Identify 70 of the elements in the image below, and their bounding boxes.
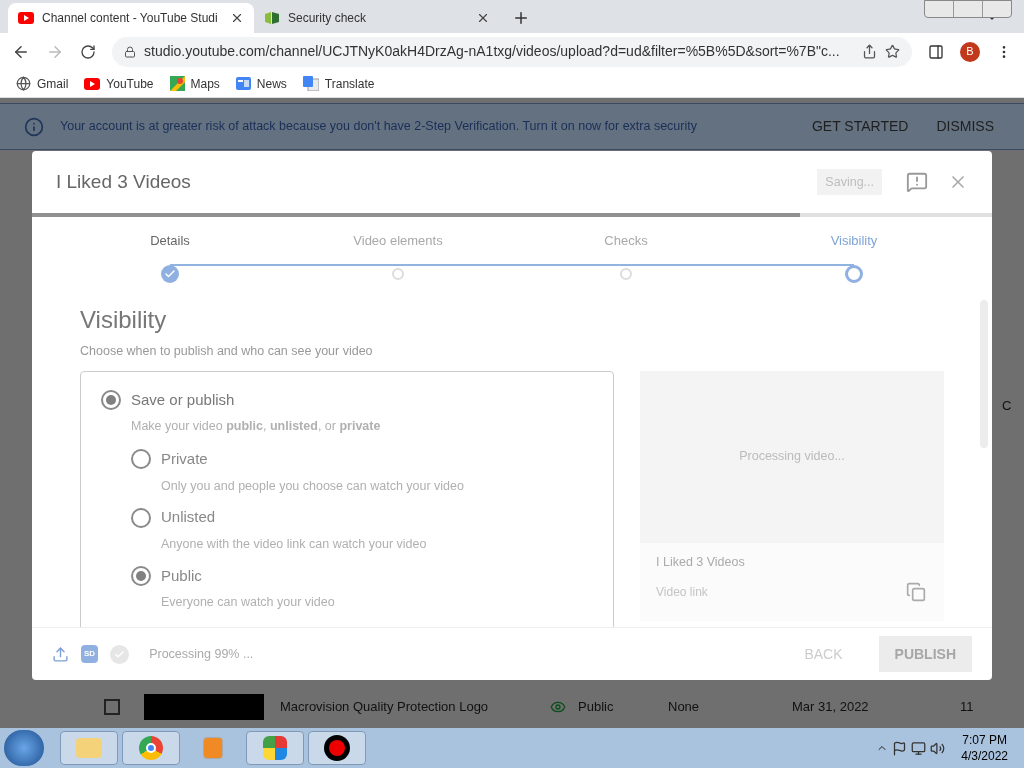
share-icon[interactable]: [862, 44, 877, 59]
bookmark-link[interactable]: Translate: [302, 74, 375, 93]
close-icon[interactable]: [230, 11, 244, 25]
copy-icon[interactable]: [906, 581, 926, 602]
option-description: Make your video public, unlisted, or private: [131, 418, 382, 436]
colorful-app-icon[interactable]: [246, 731, 304, 765]
banner-message: Your account is at greater risk of attack because you don't have 2-Step Verification. Turn it on now for extra security: [60, 118, 698, 136]
radio-button[interactable]: [101, 390, 121, 410]
network-icon[interactable]: [911, 740, 927, 756]
stepper-step[interactable]: Details: [92, 231, 248, 283]
bookmark-star-icon[interactable]: [885, 44, 900, 59]
upload-icon: [52, 645, 69, 663]
browser-icon[interactable]: [122, 731, 180, 765]
new-tab-icon[interactable]: [512, 9, 530, 27]
option-label: Unlisted: [161, 507, 216, 528]
option-description: Anyone with the video link can watch your video: [161, 535, 428, 553]
restrictions-cell-text: None: [668, 698, 701, 717]
partial-text: C: [1002, 397, 1012, 415]
close-icon[interactable]: [476, 11, 490, 25]
processing-text: Processing video...: [739, 448, 845, 466]
clock[interactable]: 7:07 PM 4/3/2022: [949, 732, 1020, 764]
option-description: Everyone can watch your video: [161, 594, 336, 611]
tab-title: Channel content - YouTube Studi: [42, 10, 219, 27]
dialog-title: I Liked 3 Videos: [56, 169, 192, 194]
reload-icon[interactable]: [80, 43, 96, 60]
bookmark-link[interactable]: Maps: [169, 74, 220, 93]
play-logo-icon: [84, 77, 101, 90]
visibility-cell-text: Public: [578, 698, 615, 717]
option-label: Save or publish: [131, 389, 235, 410]
tab-title: Security check: [288, 10, 368, 27]
info-icon: [24, 116, 44, 137]
date-cell-text: Mar 31, 2022: [792, 698, 870, 717]
side-panel-icon[interactable]: [928, 43, 944, 60]
option-description: Only you and people you choose can watch your video: [161, 477, 465, 495]
quality-badge: SD: [81, 645, 99, 663]
lock-icon[interactable]: [124, 45, 136, 58]
record-icon[interactable]: [308, 731, 366, 765]
radio-button[interactable]: [131, 449, 151, 470]
video-title: Macrovision Quality Protection Logo: [280, 698, 490, 717]
newspaper-icon: [235, 77, 251, 90]
eye-icon: [550, 699, 566, 715]
speaker-icon[interactable]: [930, 740, 946, 756]
radio-button[interactable]: [131, 565, 151, 586]
play-logo-icon: [18, 12, 34, 24]
start-button[interactable]: [4, 730, 44, 766]
browser-tab[interactable]: Channel content - YouTube Studi: [8, 3, 254, 33]
address-field[interactable]: studio.youtube.com/channel/UCJTNyK0akH4DrzAg-nA1txg/videos/upload?d=ud&filter=%5B%5D&sort=%7B"c...: [112, 36, 912, 67]
section-heading: Visibility: [80, 305, 168, 335]
row-checkbox[interactable]: [104, 699, 120, 715]
option-label: Public: [161, 565, 202, 586]
radio-button[interactable]: [131, 507, 151, 528]
profile-avatar[interactable]: B: [960, 41, 980, 62]
folder-icon[interactable]: [60, 731, 118, 765]
option-label: Private: [161, 449, 208, 469]
flag-icon[interactable]: [892, 740, 908, 756]
feedback-icon[interactable]: [906, 171, 928, 193]
map-pin-icon: [169, 76, 185, 91]
globe-icon: [16, 76, 31, 91]
shield-icon: [264, 11, 280, 25]
processing-status: Processing 99% ...: [149, 645, 255, 663]
window-controls[interactable]: [924, 0, 1012, 18]
preview-title: I Liked 3 Videos: [656, 553, 746, 571]
checks-icon: [110, 644, 130, 664]
views-cell-text: 11: [960, 698, 974, 717]
bookmark-link[interactable]: Gmail: [16, 74, 69, 93]
bookmark-link[interactable]: News: [235, 74, 287, 93]
section-subheading: Choose when to publish and who can see your video: [80, 343, 374, 360]
bookmark-link[interactable]: YouTube: [84, 74, 154, 93]
browser-tab[interactable]: Security check: [254, 3, 500, 33]
translate-icon: [302, 76, 319, 91]
